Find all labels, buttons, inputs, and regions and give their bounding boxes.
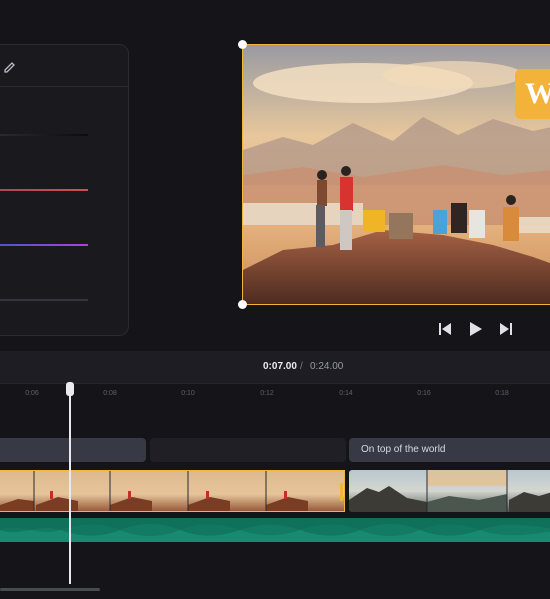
play-icon[interactable] [467,321,483,337]
caption-clip-2[interactable]: On top of the world [349,438,550,462]
clip-thumbnails [0,471,344,511]
ruler-tick: 0:06 [25,390,39,397]
ruler-divider [0,383,550,384]
playhead-handle[interactable] [66,382,74,396]
ruler-tick: 0:08 [103,390,117,397]
audio-waveform [0,518,550,542]
ruler-tick: 0:12 [260,390,274,397]
ruler-tick: 0:10 [181,390,195,397]
video-clip-2[interactable] [349,470,550,512]
caption-clip-label: On top of the world [361,444,446,455]
clip-thumbnails [349,470,550,512]
playhead-line[interactable] [69,384,71,584]
skip-forward-icon[interactable] [498,321,514,337]
caption-gap [150,438,346,462]
adjust-slider-1[interactable] [0,134,88,136]
resize-handle-top-left[interactable] [238,40,247,49]
video-preview[interactable]: W [242,44,550,305]
current-time: 0:07.00 [263,361,297,372]
video-clip-1[interactable] [0,470,345,512]
time-separator: / [300,361,303,372]
adjust-slider-4[interactable] [0,299,88,301]
total-time: 0:24.00 [310,361,344,372]
watermark-logo: W [515,69,550,119]
ruler-tick: 0:18 [495,390,509,397]
ruler-tick: 0:16 [417,390,431,397]
edit-icon[interactable] [3,59,17,73]
audio-track[interactable] [0,518,550,542]
horizontal-scrollbar[interactable] [0,588,100,591]
panel-header [0,45,128,87]
skip-back-icon[interactable] [437,321,453,337]
caption-clip-1[interactable] [0,438,146,462]
ruler-tick: 0:14 [339,390,353,397]
preview-image [243,45,550,304]
adjust-slider-3[interactable] [0,244,88,246]
adjust-slider-2[interactable] [0,189,88,191]
resize-handle-bottom-left[interactable] [238,300,247,309]
